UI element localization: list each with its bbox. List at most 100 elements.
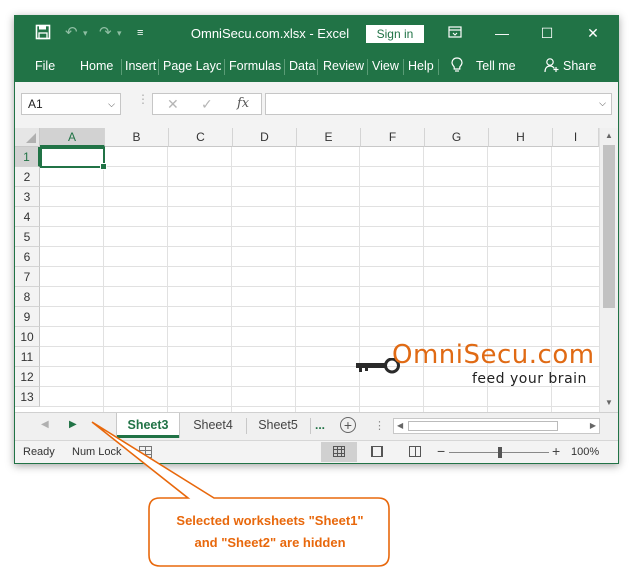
row-header[interactable]: 5 <box>15 227 40 247</box>
column-header[interactable]: E <box>297 128 361 147</box>
tab-formulas[interactable]: Formulas <box>229 59 281 73</box>
tell-me-search[interactable]: Tell me <box>476 59 516 73</box>
zoom-slider-thumb[interactable] <box>498 447 502 458</box>
tab-home[interactable]: Home <box>80 59 113 73</box>
horizontal-scrollbar[interactable]: ◀ ▶ <box>393 418 600 434</box>
tab-divider <box>310 418 311 434</box>
tab-separator <box>284 59 285 75</box>
tab-view[interactable]: View <box>372 59 399 73</box>
column-header[interactable]: H <box>489 128 553 147</box>
zoom-in-button[interactable]: + <box>552 443 560 459</box>
sheet-tab-sheet5[interactable]: Sheet5 <box>247 413 309 438</box>
vertical-scrollbar[interactable]: ▲ ▼ <box>599 128 618 412</box>
scroll-left-icon[interactable]: ◀ <box>397 419 403 433</box>
normal-view-button[interactable] <box>321 442 357 462</box>
tab-insert[interactable]: Insert <box>125 59 156 73</box>
zoom-out-button[interactable]: − <box>437 443 445 459</box>
row-header[interactable]: 11 <box>15 347 40 367</box>
column-header[interactable]: B <box>105 128 169 147</box>
row-header[interactable]: 10 <box>15 327 40 347</box>
expand-formula-bar-icon[interactable]: ⌵ <box>599 98 606 109</box>
select-all-corner[interactable] <box>15 128 40 147</box>
column-header[interactable]: C <box>169 128 233 147</box>
column-header[interactable]: G <box>425 128 489 147</box>
active-cell-a1[interactable] <box>40 147 107 170</box>
formula-bar: A1 ⌵ ⋮ ✕ ✓ fx ⌵ <box>15 82 618 128</box>
tab-separator <box>317 59 318 75</box>
insert-function-icon[interactable]: fx <box>237 95 249 113</box>
name-box[interactable]: A1 ⌵ <box>21 93 121 115</box>
page-layout-icon <box>371 446 383 457</box>
customize-quick-access-icon[interactable]: ≡ <box>137 24 143 42</box>
tab-data[interactable]: Data <box>289 59 315 73</box>
tab-separator <box>438 59 439 75</box>
save-icon[interactable] <box>35 24 51 45</box>
row-header[interactable]: 2 <box>15 167 40 187</box>
page-break-preview-button[interactable] <box>397 442 433 462</box>
row-header[interactable]: 9 <box>15 307 40 327</box>
ribbon-display-options-icon[interactable] <box>440 22 470 44</box>
column-header[interactable]: I <box>553 128 599 147</box>
redo-dropdown-icon[interactable]: ▾ <box>117 24 122 42</box>
minimize-icon[interactable]: — <box>487 22 517 44</box>
row-header[interactable]: 13 <box>15 387 40 407</box>
chevron-down-icon[interactable]: ⌵ <box>108 94 115 114</box>
omnisecu-logo: OmniSecu.com feed your brain <box>342 340 594 390</box>
share-button[interactable]: Share <box>563 59 596 73</box>
column-header[interactable]: A <box>40 128 105 147</box>
tab-separator <box>224 59 225 75</box>
callout-line-1: Selected worksheets "Sheet1" <box>176 513 364 528</box>
tab-help[interactable]: Help <box>408 59 434 73</box>
close-icon[interactable]: ✕ <box>578 22 608 44</box>
column-header[interactable]: F <box>361 128 425 147</box>
logo-text: OmniSecu.com <box>392 340 595 370</box>
sheet-tab-sheet3[interactable]: Sheet3 <box>117 413 179 438</box>
undo-icon[interactable]: ↶ <box>65 24 78 42</box>
macro-recording-icon[interactable] <box>139 446 152 458</box>
cancel-entry-icon[interactable]: ✕ <box>167 95 179 113</box>
scroll-tabs-left-icon[interactable]: ◀ <box>41 419 49 430</box>
more-sheets-button[interactable]: ... <box>315 418 325 432</box>
callout-text: Selected worksheets "Sheet1" and "Sheet2… <box>150 510 390 554</box>
vertical-scroll-thumb[interactable] <box>603 145 615 308</box>
maximize-icon[interactable]: ☐ <box>532 22 562 44</box>
tab-file[interactable]: File <box>35 59 55 73</box>
column-header[interactable]: D <box>233 128 297 147</box>
row-header[interactable]: 12 <box>15 367 40 387</box>
share-person-icon[interactable] <box>544 57 559 76</box>
tab-separator <box>121 59 122 75</box>
horizontal-scroll-thumb[interactable] <box>408 421 558 431</box>
scroll-up-icon[interactable]: ▲ <box>602 129 616 143</box>
tab-page-layout[interactable]: Page Layou <box>163 59 221 73</box>
scroll-down-icon[interactable]: ▼ <box>602 396 616 410</box>
name-box-value: A1 <box>28 97 43 111</box>
zoom-level[interactable]: 100% <box>571 446 599 458</box>
scroll-right-icon[interactable]: ▶ <box>590 419 596 433</box>
status-ready: Ready <box>23 446 55 458</box>
confirm-entry-icon[interactable]: ✓ <box>201 95 213 113</box>
status-num-lock: Num Lock <box>72 446 122 458</box>
sign-in-button[interactable]: Sign in <box>366 25 424 43</box>
row-header[interactable]: 7 <box>15 267 40 287</box>
row-header[interactable]: 8 <box>15 287 40 307</box>
sheet-tab-sheet4[interactable]: Sheet4 <box>181 413 245 438</box>
page-layout-view-button[interactable] <box>359 442 395 462</box>
row-header[interactable]: 1 <box>15 147 40 167</box>
row-header[interactable]: 4 <box>15 207 40 227</box>
undo-dropdown-icon[interactable]: ▾ <box>83 24 88 42</box>
title-bar: ↶ ▾ ↷ ▾ ≡ OmniSecu.com.xlsx - Excel Sign… <box>15 16 618 50</box>
scroll-tabs-right-icon[interactable]: ▶ <box>69 419 77 430</box>
formula-input[interactable]: ⌵ <box>265 93 612 115</box>
tab-review[interactable]: Review <box>323 59 364 73</box>
redo-icon[interactable]: ↷ <box>99 24 112 42</box>
sheet-tab-bar: ◀ ▶ Sheet3 Sheet4 Sheet5 ... + ⋮ ◀ ▶ <box>15 412 618 440</box>
tab-split-handle-icon[interactable]: ⋮ <box>374 419 385 432</box>
callout-line-2: and "Sheet2" are hidden <box>194 535 346 550</box>
window-title: OmniSecu.com.xlsx - Excel <box>190 26 350 41</box>
row-header[interactable]: 3 <box>15 187 40 207</box>
formula-bar-grip-icon[interactable]: ⋮ <box>137 93 149 105</box>
add-sheet-icon[interactable]: + <box>340 417 356 433</box>
row-header[interactable]: 6 <box>15 247 40 267</box>
lightbulb-icon[interactable] <box>451 57 463 76</box>
status-bar: Ready Num Lock − + 100% <box>15 440 618 463</box>
